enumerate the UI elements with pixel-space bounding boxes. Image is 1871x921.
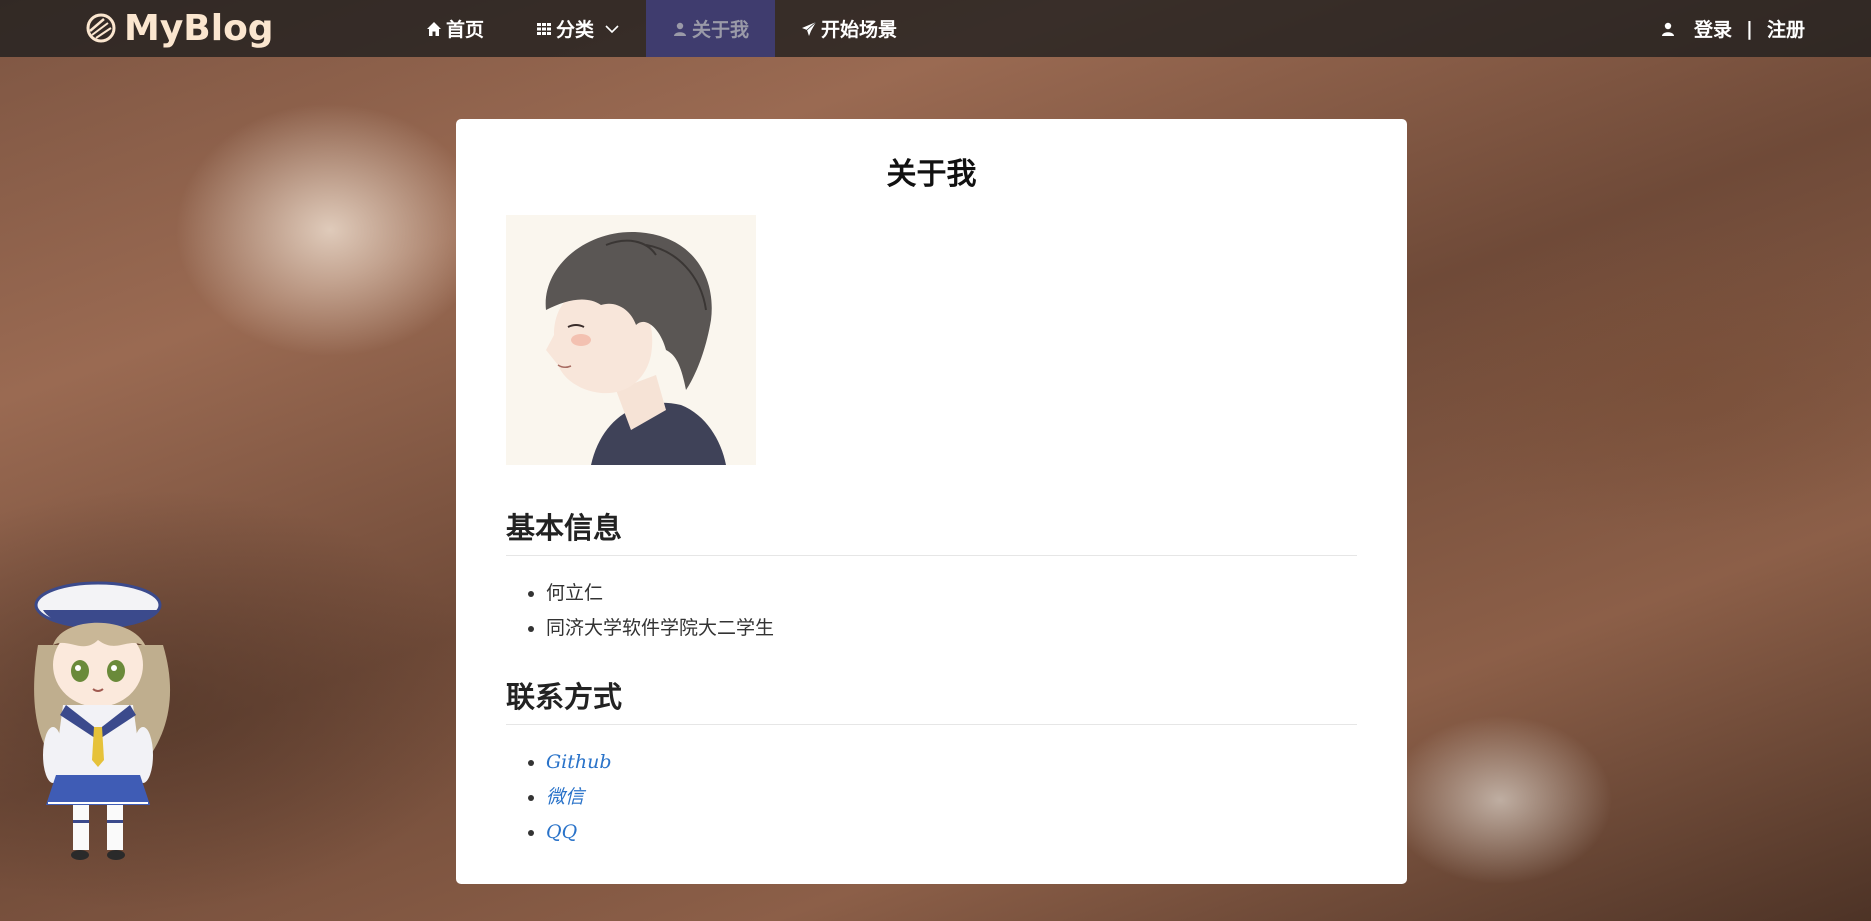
qq-link[interactable]: QQ <box>546 821 577 843</box>
nav-item-label: 分类 <box>556 19 595 41</box>
basic-info-list: 何立仁 同济大学软件学院大二学生 <box>546 576 1357 646</box>
list-item: 同济大学软件学院大二学生 <box>546 611 1357 646</box>
nav-item-start-scene[interactable]: 开始场景 <box>775 0 923 57</box>
brand-name: MyBlog <box>124 7 274 49</box>
auth-links: 登录 | 注册 <box>1660 0 1805 57</box>
wechat-link[interactable]: 微信 <box>546 786 584 808</box>
list-item: QQ <box>546 815 1357 850</box>
register-link[interactable]: 注册 <box>1767 15 1805 42</box>
section-heading-contact: 联系方式 <box>506 674 1357 725</box>
avatar <box>506 215 756 465</box>
nav-item-label: 关于我 <box>692 19 750 41</box>
auth-separator: | <box>1746 17 1753 40</box>
user-icon <box>1662 22 1675 36</box>
top-navbar: MyBlog 首页 分类 关于我 开始场景 登录 | 注册 <box>0 0 1871 57</box>
mascot-widget[interactable] <box>18 565 180 865</box>
brand-logo[interactable]: MyBlog <box>84 4 274 52</box>
github-link[interactable]: Github <box>546 751 612 773</box>
contact-list: Github 微信 QQ <box>546 745 1357 850</box>
lemon-logo-icon <box>86 13 116 43</box>
list-item: 微信 <box>546 780 1357 815</box>
nav-item-categories[interactable]: 分类 <box>510 0 646 57</box>
main-nav: 首页 分类 关于我 开始场景 <box>400 0 923 57</box>
login-link[interactable]: 登录 <box>1694 15 1732 42</box>
nav-item-home[interactable]: 首页 <box>400 0 510 57</box>
avatar-illustration <box>506 215 756 465</box>
home-icon <box>427 21 441 36</box>
about-card: 关于我 基本信息 何立仁 同济大学软件学院大二学生 联系方式 Github <box>456 119 1407 884</box>
paper-plane-icon <box>802 21 817 36</box>
section-heading-basic-info: 基本信息 <box>506 505 1357 556</box>
grid-icon <box>537 22 552 35</box>
sailor-girl-mascot-icon <box>34 581 171 860</box>
chevron-down-icon <box>605 24 619 33</box>
list-item: 何立仁 <box>546 576 1357 611</box>
nav-item-about[interactable]: 关于我 <box>646 0 776 57</box>
list-item: Github <box>546 745 1357 780</box>
nav-item-label: 首页 <box>446 19 485 41</box>
user-icon <box>674 22 687 36</box>
page-title: 关于我 <box>886 157 977 192</box>
nav-item-label: 开始场景 <box>821 19 898 41</box>
